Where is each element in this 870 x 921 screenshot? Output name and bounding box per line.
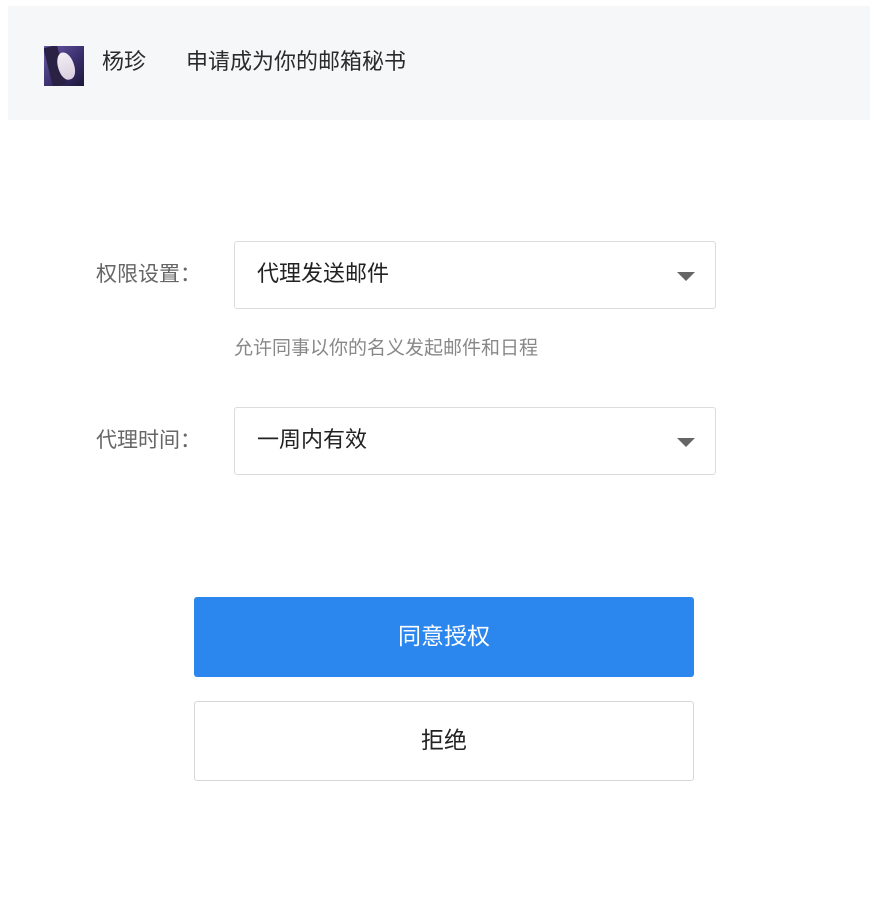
delegate-request-page: 杨珍 申请成为你的邮箱秘书 权限设置： 代理发送邮件 允许同事以你的名义发起邮件… bbox=[0, 0, 870, 921]
caret-down-icon bbox=[677, 272, 695, 281]
requester-name: 杨珍 bbox=[102, 50, 147, 75]
approve-button[interactable]: 同意授权 bbox=[194, 597, 694, 677]
request-message: 申请成为你的邮箱秘书 bbox=[186, 50, 407, 75]
permission-select[interactable]: 代理发送邮件 bbox=[234, 241, 716, 309]
permission-label: 权限设置： bbox=[96, 262, 201, 286]
permission-hint: 允许同事以你的名义发起邮件和日程 bbox=[234, 337, 539, 359]
caret-down-icon bbox=[677, 438, 695, 447]
duration-selected-value: 一周内有效 bbox=[257, 428, 368, 453]
reject-button[interactable]: 拒绝 bbox=[194, 701, 694, 781]
avatar bbox=[44, 46, 84, 86]
duration-select[interactable]: 一周内有效 bbox=[234, 407, 716, 475]
duration-label: 代理时间： bbox=[96, 428, 201, 452]
permission-selected-value: 代理发送邮件 bbox=[257, 262, 390, 287]
